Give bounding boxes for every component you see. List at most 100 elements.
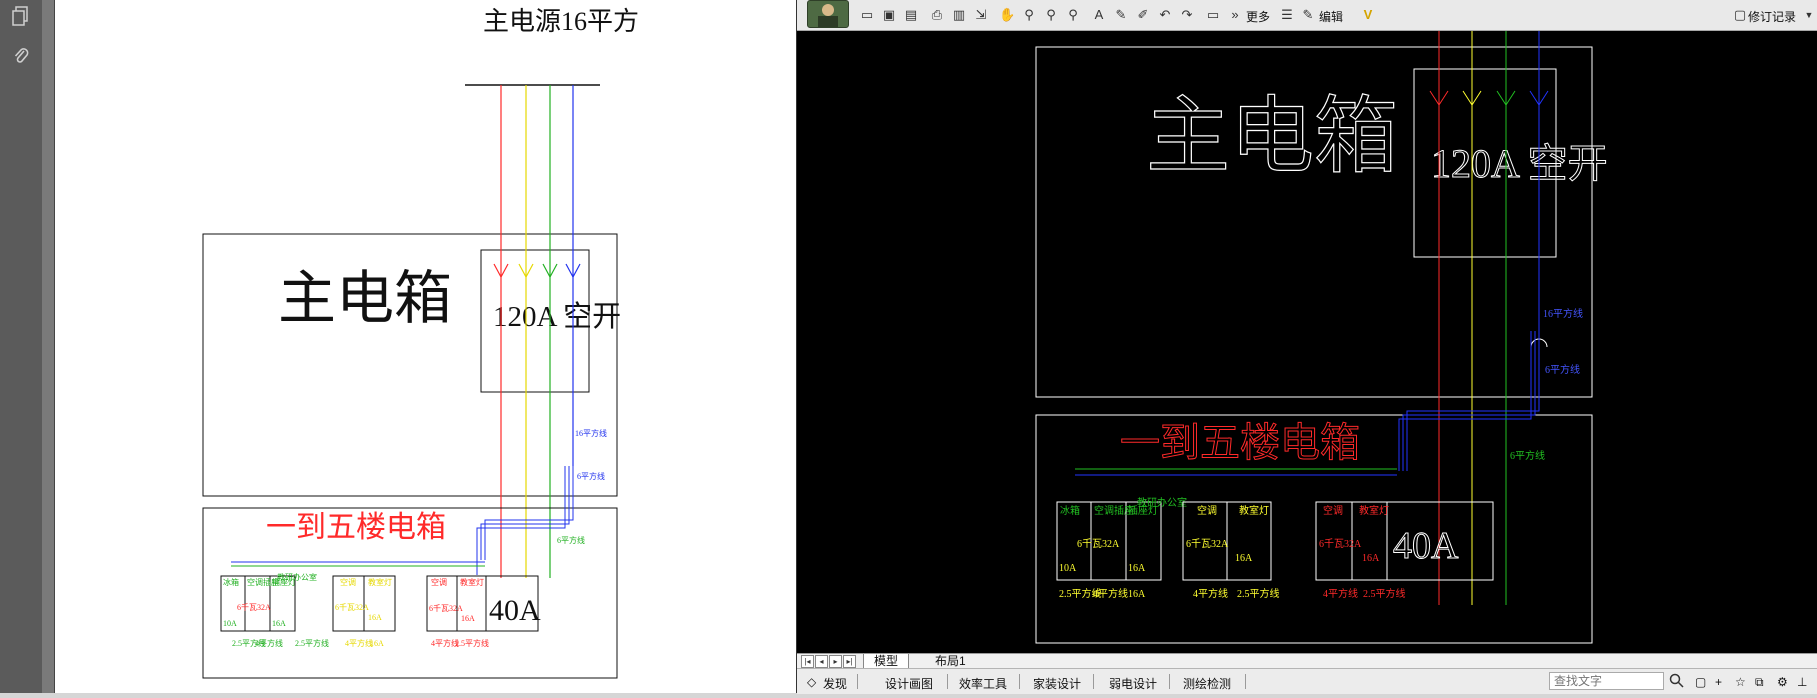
last-tab-icon[interactable]: ▸| — [843, 655, 856, 668]
attachment-icon[interactable] — [11, 46, 31, 68]
zoom-realtime-icon[interactable]: ⚲ — [1021, 7, 1037, 23]
cad-amp16b-label: 16A — [1235, 553, 1253, 564]
pdf-40a-label: 40A — [489, 594, 541, 627]
prev-tab-icon[interactable]: ◂ — [815, 655, 828, 668]
pdf-ac1-label: 空调 — [340, 577, 356, 587]
status-home-design[interactable]: 家装设计 — [1033, 675, 1081, 692]
cad-floor-box-label: 一到五楼电箱 — [1120, 420, 1360, 465]
pdf-breaker-label: 120A 空开 — [493, 300, 621, 333]
cad-wire4-label-2: 4平方线 — [1193, 587, 1228, 600]
zoom-window-icon[interactable]: ⚲ — [1043, 7, 1059, 23]
pdf-amp16d-label: 16A — [370, 639, 384, 648]
pdf-export-icon[interactable]: ▥ — [951, 7, 967, 23]
snap-icon[interactable]: ▢ — [1695, 675, 1706, 689]
pdf-wiring-diagram: 主电源16平方 主电箱 120A 空开 16平方线 6平方线 一到五楼电箱 6平… — [202, 7, 639, 679]
cad-wire25-label-3: 2.5平方线 — [1363, 587, 1406, 600]
pdf-amp16b-label: 16A — [368, 613, 382, 622]
status-low-voltage[interactable]: 弱电设计 — [1109, 675, 1157, 692]
first-tab-icon[interactable]: |◂ — [801, 655, 814, 668]
settings-icon[interactable]: ⚙ — [1777, 675, 1788, 689]
cad-amp16a-label: 16A — [1128, 563, 1146, 574]
pan-icon[interactable]: ✋ — [999, 7, 1015, 23]
cad-breaker-label: 120A 空开 — [1431, 141, 1608, 186]
cad-40a-label: 40A — [1393, 525, 1459, 567]
more-label[interactable]: 更多 — [1246, 8, 1270, 25]
export-icon[interactable]: ⇲ — [973, 7, 989, 23]
pdf-wire4-label-3: 4平方线 — [345, 638, 373, 648]
cad-wire16-label: 16平方线 — [1543, 307, 1583, 320]
avatar[interactable] — [807, 0, 849, 28]
star-icon[interactable]: ☆ — [1735, 675, 1746, 689]
pdf-wire6-label: 6平方线 — [577, 471, 605, 481]
pdf-wire25-label-3: 2.5平方线 — [295, 638, 329, 648]
cad-ac1-label: 空调 — [1197, 504, 1217, 517]
pdf-floor-box-label: 一到五楼电箱 — [266, 511, 446, 544]
text-icon[interactable]: A — [1091, 7, 1107, 23]
pdf-gutter — [42, 0, 54, 693]
pin-icon[interactable]: ⊥ — [1797, 675, 1807, 689]
status-design-draw[interactable]: 设计画图 — [885, 675, 933, 692]
pdf-amp10-label: 10A — [223, 619, 237, 628]
next-tab-icon[interactable]: ▸ — [829, 655, 842, 668]
cad-wire6b-label: 6平方线 — [1510, 449, 1545, 462]
revision-icon[interactable]: ▢ — [1732, 7, 1748, 23]
undo-icon[interactable]: ↶ — [1157, 7, 1173, 23]
pdf-lamp1-label: 教室灯 — [368, 577, 392, 587]
pdf-page: 主电源16平方 主电箱 120A 空开 16平方线 6平方线 一到五楼电箱 6平… — [54, 0, 797, 693]
cad-office-label: 教研办公室 — [1137, 496, 1187, 509]
more-icon[interactable]: » — [1227, 7, 1243, 23]
edit-label[interactable]: 编辑 — [1319, 8, 1343, 25]
pdf-title: 主电源16平方 — [483, 7, 639, 36]
revision-label[interactable]: 修订记录 — [1748, 8, 1796, 25]
chevron-down-icon[interactable]: ▼ — [1801, 7, 1817, 23]
cad-label-fridge: 冰箱 — [1060, 504, 1080, 517]
search-input[interactable] — [1549, 672, 1664, 690]
pdf-label-fridge: 冰箱 — [223, 577, 239, 587]
pdf-main-box-label: 主电箱 — [278, 266, 452, 331]
pdf-kw2-label: 6千瓦32A — [335, 602, 369, 612]
cad-wire25-label-2: 2.5平方线 — [1237, 587, 1280, 600]
status-bar: ◇ 发现 设计画图 效率工具 家装设计 弱电设计 测绘检测 ▢ + ☆ ⧉ ⚙ … — [797, 668, 1817, 694]
pencil-icon[interactable]: ✎ — [1113, 7, 1129, 23]
pdf-office-label: 教研办公室 — [277, 572, 317, 582]
cad-kw3-label: 6千瓦32A — [1319, 538, 1362, 550]
save-as-icon[interactable]: ▤ — [903, 7, 919, 23]
cad-ac2-label: 空调 — [1323, 504, 1343, 517]
cad-lamp2-label: 教室灯 — [1359, 504, 1389, 517]
cad-amp16d-label: 16A — [1128, 589, 1146, 600]
open-icon[interactable]: ▭ — [859, 7, 875, 23]
status-discover[interactable]: 发现 — [823, 675, 847, 692]
pdf-wire16-label: 16平方线 — [575, 428, 607, 438]
cad-canvas[interactable]: 主电箱 120A 空开 16平方线 6平方线 一到五楼电箱 6平方线 冰箱 空调… — [797, 31, 1817, 653]
copy-icon[interactable]: ⧉ — [1755, 675, 1764, 690]
status-efficiency-tools[interactable]: 效率工具 — [959, 675, 1007, 692]
cad-wire6-label: 6平方线 — [1545, 363, 1580, 376]
pdf-kw3-label: 6千瓦32A — [429, 603, 463, 613]
print-icon[interactable]: ⎙ — [929, 7, 945, 23]
cad-kw2-label: 6千瓦32A — [1186, 538, 1229, 550]
cad-lamp1-label: 教室灯 — [1239, 504, 1269, 517]
cad-wiring-diagram: 主电箱 120A 空开 16平方线 6平方线 一到五楼电箱 6平方线 冰箱 空调… — [1035, 31, 1608, 644]
tab-layout1[interactable]: 布局1 — [925, 654, 976, 668]
redo-icon[interactable]: ↷ — [1179, 7, 1195, 23]
cad-wire4-label-3: 4平方线 — [1323, 587, 1358, 600]
layout-tabs: |◂ ◂ ▸ ▸| 模型 布局1 — [797, 653, 1817, 669]
pages-icon[interactable] — [11, 6, 31, 28]
measure-icon[interactable]: ▭ — [1205, 7, 1221, 23]
status-survey[interactable]: 测绘检测 — [1183, 675, 1231, 692]
cad-window: ▭ ▣ ▤ ⎙ ▥ ⇲ ✋ ⚲ ⚲ ⚲ A ✎ ✐ ↶ ↷ ▭ » 更多 ☰ ✎… — [797, 0, 1817, 694]
tab-model[interactable]: 模型 — [863, 654, 910, 669]
pdf-amp16c-label: 16A — [461, 614, 475, 623]
search-icon[interactable] — [1669, 673, 1684, 691]
layers-icon[interactable]: ☰ — [1279, 7, 1295, 23]
pdf-amp16a-label: 16A — [272, 619, 286, 628]
zoom-extents-icon[interactable]: ⚲ — [1065, 7, 1081, 23]
cad-wire4-label-1: 4平方线 — [1093, 587, 1128, 600]
markup-icon[interactable]: ✐ — [1135, 7, 1151, 23]
vip-icon[interactable]: V — [1360, 7, 1376, 23]
save-icon[interactable]: ▣ — [881, 7, 897, 23]
crosshair-icon[interactable]: + — [1715, 675, 1722, 689]
discover-icon: ◇ — [807, 675, 817, 689]
cad-amp10-label: 10A — [1059, 563, 1077, 574]
edit-icon[interactable]: ✎ — [1300, 7, 1316, 23]
